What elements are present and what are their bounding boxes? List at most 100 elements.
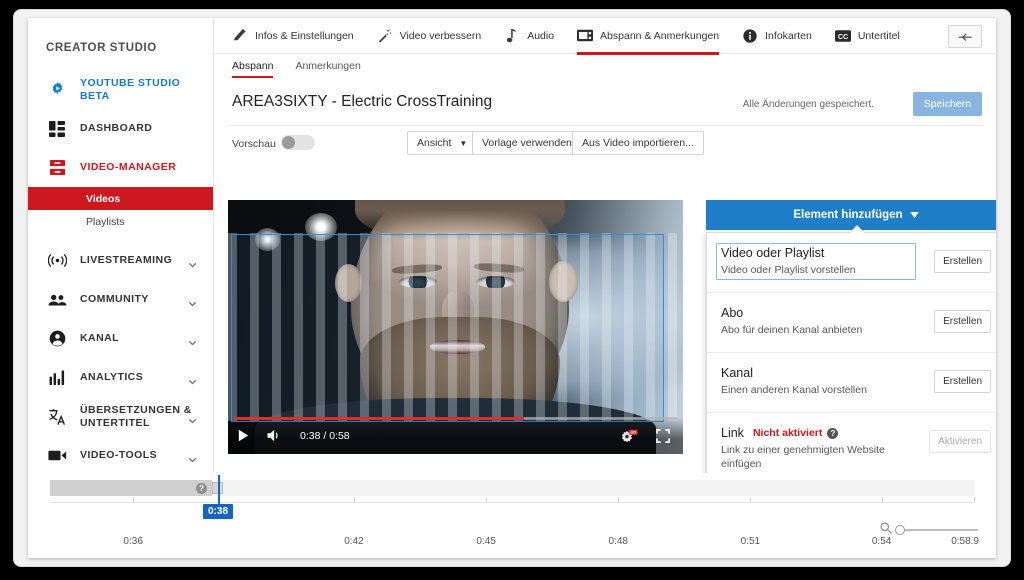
sidebar-item-videos[interactable]: Videos [28, 187, 213, 210]
link-status-badge: Nicht aktiviert [752, 427, 823, 439]
cc-icon: CC [834, 28, 851, 44]
subtab-abspann[interactable]: Abspann [232, 60, 274, 78]
tab-label: Untertitel [857, 29, 900, 42]
timeline-tick [133, 497, 135, 502]
timeline-playhead[interactable] [218, 475, 220, 504]
sidebar-item-video-tools[interactable]: VIDEO-TOOLS [28, 436, 213, 475]
account-circle-icon [46, 328, 68, 350]
zoom-slider-knob[interactable] [895, 525, 905, 536]
bar-chart-icon [46, 367, 68, 389]
chevron-down-icon [909, 209, 919, 221]
sidebar-subitem-label: Videos [86, 192, 121, 205]
tab-abspann-anmerkungen[interactable]: Abspann & Anmerkungen [577, 18, 720, 55]
info-circle-icon [742, 28, 758, 44]
preview-toggle[interactable] [281, 135, 315, 150]
sidebar-item-playlists[interactable]: Playlists [28, 210, 213, 233]
creator-studio-title: CREATOR STUDIO [46, 42, 157, 54]
sidebar-item-kanal[interactable]: KANAL [28, 319, 213, 358]
help-icon[interactable]: ? [196, 483, 207, 494]
add-option-subscribe[interactable]: Abo Abo für deinen Kanal anbieten Erstel… [707, 293, 996, 353]
create-subscribe-button[interactable]: Erstellen [934, 310, 991, 333]
sidebar-item-label: YOUTUBE STUDIO BETA [80, 76, 181, 102]
save-button[interactable]: Speichern [912, 92, 982, 116]
preview-label: Vorschau [232, 138, 276, 150]
sidebar-nav: YOUTUBE STUDIO BETA DASHBOARD VIDEO-MANA… [28, 70, 213, 531]
sidebar-item-label: LIVESTREAMING [80, 254, 173, 267]
volume-icon[interactable] [267, 429, 282, 447]
zoom-slider-track[interactable] [895, 525, 978, 536]
chevron-down-icon [188, 373, 197, 384]
back-button[interactable] [948, 25, 982, 48]
chevron-down-icon [188, 451, 197, 462]
player-controls: 0:38 / 0:58 HD [228, 417, 683, 454]
svg-text:CC: CC [838, 32, 848, 40]
option-subtitle: Abo für deinen Kanal anbieten [721, 324, 863, 336]
option-title: Kanal [721, 366, 753, 380]
sidebar-item-video-manager[interactable]: VIDEO-MANAGER [28, 148, 213, 187]
sidebar-item-youtube-studio-beta[interactable]: YOUTUBE STUDIO BETA [28, 70, 213, 109]
timeline-zoom-control[interactable] [880, 521, 978, 539]
video-manager-icon [46, 157, 68, 179]
subtab-label: Abspann [232, 60, 274, 72]
create-channel-button[interactable]: Erstellen [934, 370, 991, 393]
music-note-icon [504, 28, 520, 44]
tab-bar: Infos & Einstellungen Video verbessern A… [214, 18, 996, 55]
sub-tab-bar: Abspann Anmerkungen [214, 54, 996, 84]
tab-label: Infokarten [765, 29, 812, 42]
timeline-axis: 0:36 0:42 0:45 0:48 0:51 0:54 0:58.9 [50, 497, 979, 547]
pencil-icon [232, 28, 248, 44]
progress-bar[interactable] [234, 417, 677, 420]
subtab-anmerkungen[interactable]: Anmerkungen [295, 60, 360, 78]
add-option-channel[interactable]: Kanal Einen anderen Kanal vorstellen Ers… [707, 353, 996, 413]
timeline-tick [618, 497, 620, 502]
tab-audio[interactable]: Audio [504, 18, 554, 54]
option-subtitle: Video oder Playlist vorstellen [721, 264, 856, 276]
timeline-tick [750, 497, 752, 502]
add-element-label: Element hinzufügen [793, 209, 903, 221]
option-title: Link [721, 426, 744, 440]
option-subtitle: Einen anderen Kanal vorstellen [721, 384, 867, 396]
dashboard-icon [46, 118, 68, 140]
endscreen-element-bounding-box[interactable] [231, 234, 664, 423]
sidebar-item-livestreaming[interactable]: LIVESTREAMING [28, 241, 213, 280]
timeline-tick [486, 497, 488, 502]
option-subtitle: Link zu einer genehmigten Website einfüg… [721, 444, 885, 471]
settings-gear-icon[interactable]: HD [621, 429, 638, 449]
add-option-video-or-playlist[interactable]: Video oder Playlist Video oder Playlist … [707, 233, 996, 293]
option-title: Abo [721, 306, 744, 320]
import-from-video-button[interactable]: Aus Video importieren... [572, 131, 704, 155]
timeline-element-clip[interactable] [50, 480, 212, 496]
timeline-tick-label: 0:51 [740, 536, 761, 547]
svg-text:HD: HD [630, 430, 636, 435]
activate-link-button[interactable]: Aktivieren [929, 430, 991, 453]
timeline-tick [974, 497, 975, 502]
sidebar-item-label: VIDEO-MANAGER [80, 161, 177, 174]
play-icon[interactable] [237, 429, 250, 447]
sidebar-item-analytics[interactable]: ANALYTICS [28, 358, 213, 397]
tab-infokarten[interactable]: Infokarten [742, 18, 812, 54]
help-icon[interactable]: ? [827, 427, 839, 439]
timeline-playhead-label: 0:38 [202, 504, 234, 519]
create-video-or-playlist-button[interactable]: Erstellen [934, 250, 991, 273]
tab-infos-einstellungen[interactable]: Infos & Einstellungen [232, 18, 354, 54]
broadcast-icon [46, 250, 68, 272]
video-preview[interactable]: 0:38 / 0:58 HD [228, 200, 683, 454]
view-dropdown-button[interactable]: Ansicht ▼ [407, 131, 478, 155]
time-display: 0:38 / 0:58 [300, 430, 350, 442]
chevron-down-icon [188, 334, 197, 345]
sidebar-item-dashboard[interactable]: DASHBOARD [28, 109, 213, 148]
endscreen-icon [577, 28, 594, 44]
tab-untertitel[interactable]: CC Untertitel [834, 18, 900, 54]
sidebar-item-label: ANALYTICS [80, 371, 144, 384]
sidebar-item-community[interactable]: COMMUNITY [28, 280, 213, 319]
sidebar-item-uebersetzungen-untertitel[interactable]: ÜBERSETZUNGEN & UNTERTITEL [28, 397, 213, 436]
chevron-down-icon [188, 295, 197, 306]
title-row: AREA3SIXTY - Electric CrossTraining Alle… [228, 84, 982, 126]
video-camera-icon [46, 445, 68, 467]
tab-video-verbessern[interactable]: Video verbessern [377, 18, 481, 54]
magnifier-icon [880, 521, 892, 539]
magic-wand-icon [377, 28, 393, 44]
people-icon [46, 289, 68, 311]
fullscreen-icon[interactable] [656, 429, 670, 448]
timeline-track[interactable]: ? [50, 480, 974, 496]
